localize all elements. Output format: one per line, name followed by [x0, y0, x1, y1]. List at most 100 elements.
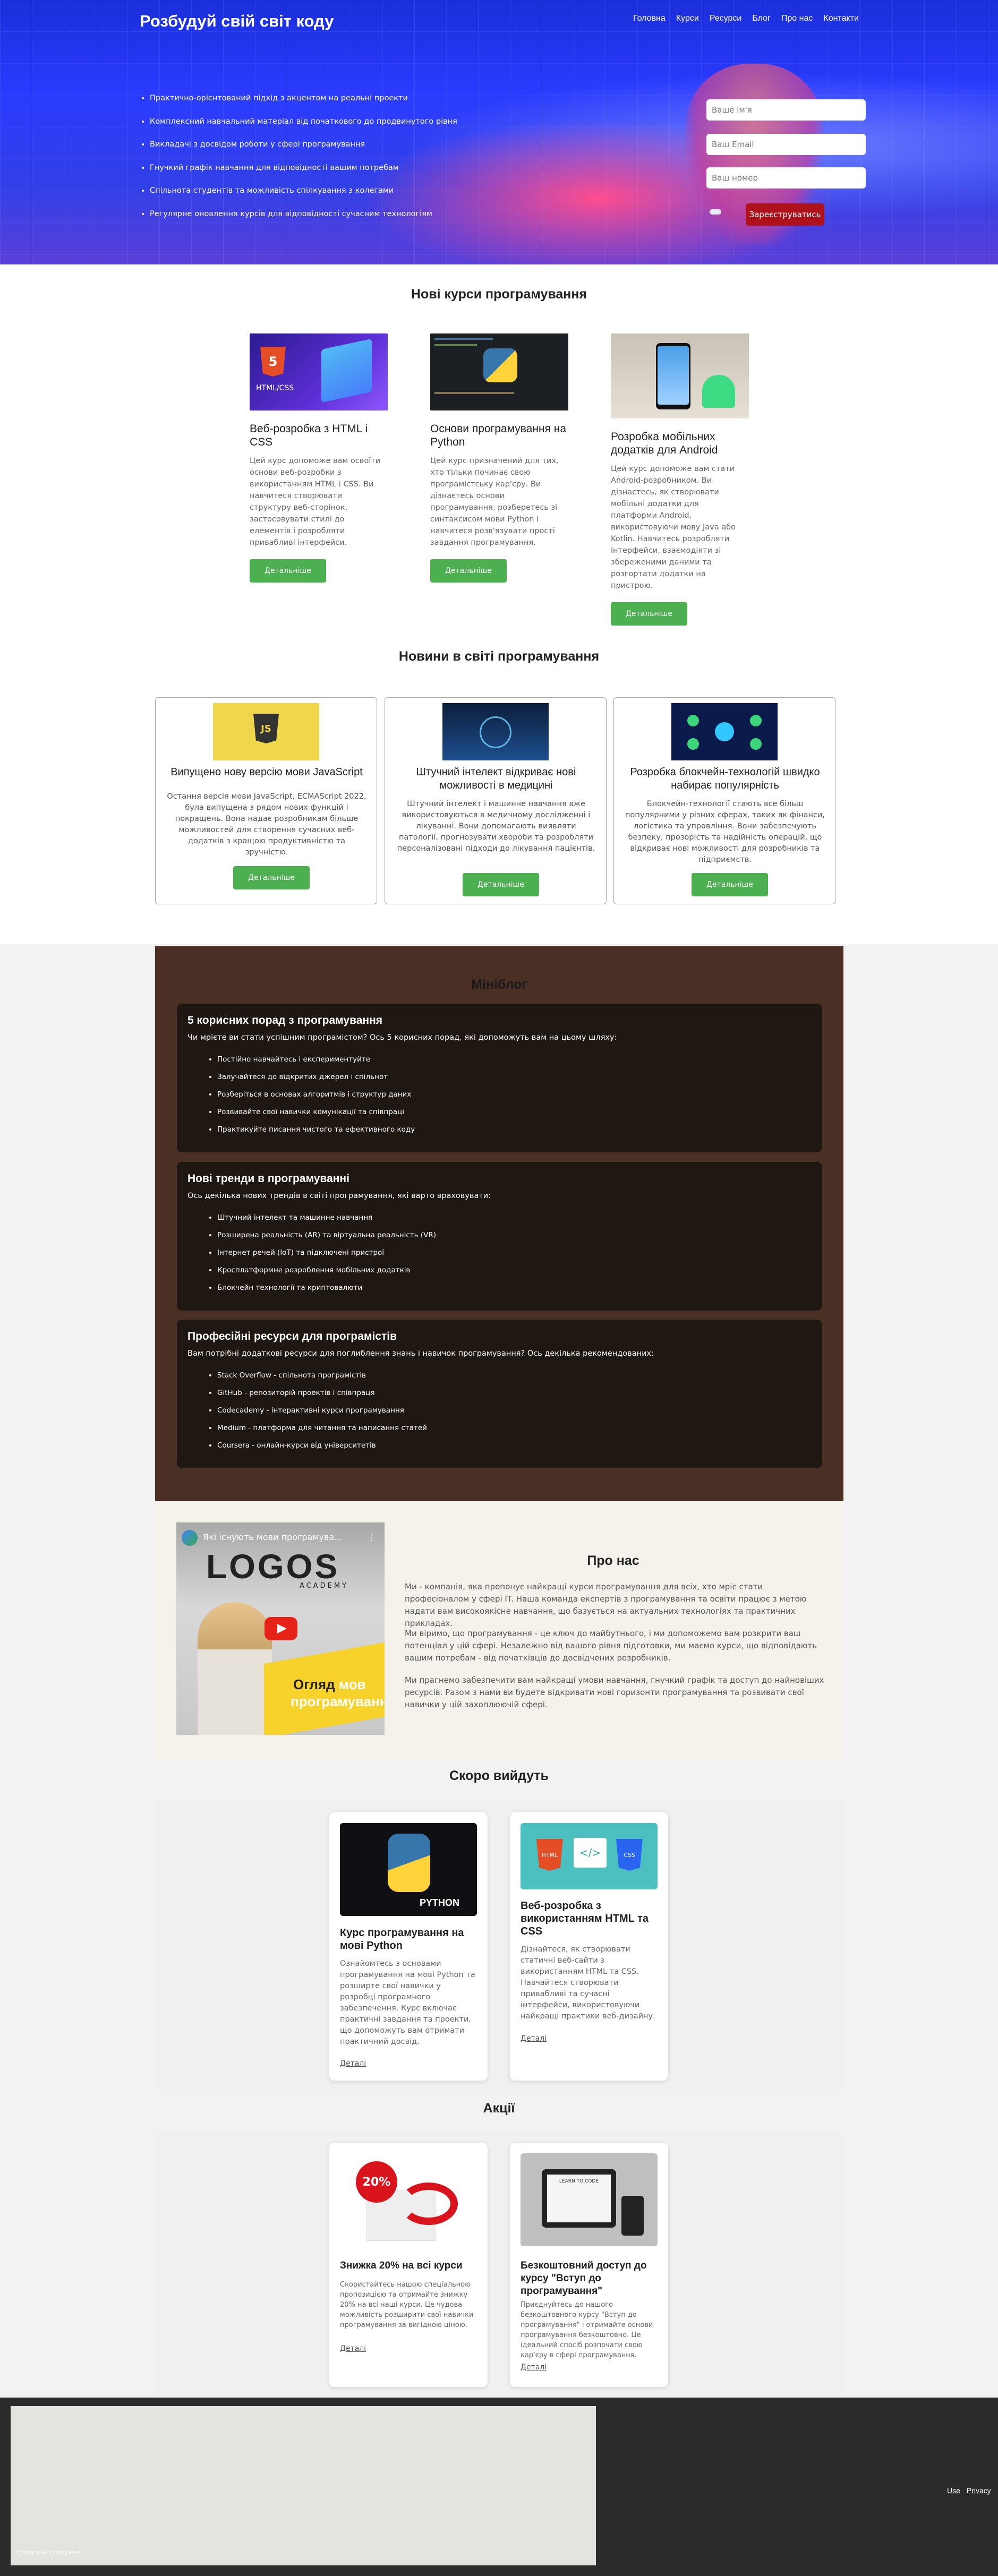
promo-text: Скористайтесь нашою спеціальною пропозиц… [340, 2281, 474, 2329]
email-input[interactable] [706, 134, 866, 155]
video-title[interactable]: Які існують мови програмува... [203, 1532, 368, 1542]
upcoming-details-link[interactable]: Деталі [521, 2034, 547, 2043]
promo-image-discount: 20% [340, 2153, 477, 2246]
html5-icon: 5 [260, 347, 286, 376]
form-indicator [710, 209, 721, 215]
hero-benefit-item: Комплексний навчальний матеріал від поча… [150, 117, 457, 126]
banner-text-line1: Огляд мов [293, 1676, 366, 1693]
footer-links: Use Privacy [947, 2486, 991, 2495]
python-wordmark: PYTHON [420, 1897, 460, 1908]
course-image-python [430, 333, 568, 410]
academy-label: ACADEMY [300, 1582, 349, 1590]
video-embed[interactable]: Які існують мови програмува... ⋮ LOGOS A… [176, 1522, 385, 1735]
news-card: Розробка блокчейн-технологій швидко наби… [613, 697, 835, 904]
blog-list-item: GitHub - репозиторій проектів і співпрац… [217, 1389, 427, 1397]
node-icon [750, 738, 762, 750]
promo-text: Приєднуйтесь до нашого безкоштовного кур… [521, 2301, 653, 2359]
promotions-section [155, 2132, 843, 2398]
footer [0, 2398, 998, 2576]
blockchain-icon [715, 722, 734, 741]
nav-link-blog[interactable]: Блог [752, 14, 771, 23]
site-brand[interactable]: Розбудуй свій світ коду [140, 12, 334, 31]
js-badge-icon: JS [253, 714, 279, 743]
code-line [434, 344, 477, 346]
code-line [434, 338, 493, 340]
blog-post-list: Постійно навчайтесь і експериментуйте За… [208, 1056, 415, 1143]
nav-link-about[interactable]: Про нас [781, 14, 813, 23]
blog-list-item: Codecademy - інтерактивні курси програму… [217, 1407, 427, 1415]
course-details-button[interactable]: Детальніше [430, 559, 507, 583]
news-details-button[interactable]: Детальніше [463, 873, 539, 896]
presenter-figure [198, 1602, 272, 1735]
new-courses-title: Нові курси програмування [411, 287, 587, 302]
coming-soon-section [155, 1801, 843, 2091]
register-button[interactable]: Зареєструватись [746, 203, 824, 226]
blog-list-item: Розширена реальність (AR) та віртуальна … [217, 1231, 436, 1239]
blog-list-item: Залучайтеся до відкритих джерел і спільн… [217, 1073, 415, 1081]
blog-list-item: Постійно навчайтесь і експериментуйте [217, 1056, 415, 1064]
map-attribution: Сполучені Сполучені [16, 2549, 80, 2556]
blog-list-item: Medium - платформа для читання та написа… [217, 1424, 427, 1432]
news-details-button[interactable]: Детальніше [692, 873, 768, 896]
about-title: Про нас [587, 1553, 639, 1568]
course-title: Веб-розробка з HTML і CSS [250, 423, 368, 448]
course-image-label: HTML/CSS [256, 384, 294, 392]
map-embed[interactable] [11, 2406, 596, 2565]
blog-list-item: Coursera - онлайн-курси від університеті… [217, 1442, 427, 1450]
miniblog-title: Мініблог [471, 977, 527, 992]
blog-post-list: Stack Overflow - спільнота програмістів … [208, 1372, 427, 1459]
nav-link-contacts[interactable]: Контакти [823, 14, 859, 23]
phone-icon [621, 2196, 644, 2236]
hero-benefit-item: Спільнота студентів та можливість спілку… [150, 186, 457, 195]
course-card: Розробка мобільних додатків для Android … [611, 333, 754, 626]
upcoming-course-text: Ознайомтесь з основами програмування на … [340, 1959, 475, 2046]
upcoming-image-python: PYTHON [340, 1823, 477, 1916]
nav-link-home[interactable]: Головна [633, 14, 666, 23]
footer-link-use[interactable]: Use [947, 2486, 960, 2495]
promo-title: Знижка 20% на всі курси [340, 2260, 463, 2271]
upcoming-image-html-css: HTML </> CSS [521, 1823, 658, 1889]
course-description: Цей курс допоможе вам стати Android-розр… [611, 465, 736, 590]
more-options-icon[interactable]: ⋮ [368, 1532, 376, 1542]
course-title: Основи програмування на Python [430, 423, 567, 448]
promo-image-learn-to-code: LEARN TO CODE [521, 2153, 658, 2246]
promotions-title: Акції [483, 2101, 515, 2116]
blog-post-intro: Вам потрібні додаткові ресурси для погли… [187, 1349, 654, 1358]
news-image-ai-medicine [442, 703, 549, 760]
play-icon [277, 1624, 287, 1633]
blog-list-item: Розвивайте свої навички комунікації та с… [217, 1108, 415, 1116]
about-section: Які існують мови програмува... ⋮ LOGOS A… [155, 1501, 843, 1759]
phone-input[interactable] [706, 167, 866, 189]
play-button[interactable] [265, 1617, 297, 1640]
node-icon [687, 715, 699, 726]
nav-link-resources[interactable]: Ресурси [710, 14, 742, 23]
upcoming-course-card: HTML </> CSS Веб-розробка з використання… [510, 1812, 668, 2081]
ribbon-icon [399, 2183, 458, 2225]
blog-list-item: Кросплатформне розроблення мобільних дод… [217, 1266, 436, 1274]
node-icon [750, 715, 762, 726]
android-robot-icon [702, 375, 735, 408]
python-logo-icon [483, 348, 517, 382]
about-paragraph: Ми - компанія, яка пропонує найкращі кур… [405, 1582, 807, 1628]
hero-benefit-item: Гнучкий графік навчання для відповідност… [150, 163, 457, 173]
ai-brain-icon [480, 716, 511, 748]
promo-details-link[interactable]: Деталі [521, 2363, 547, 2372]
course-details-button[interactable]: Детальніше [611, 602, 687, 626]
news-details-button[interactable]: Детальніше [233, 866, 310, 889]
name-input[interactable] [706, 99, 866, 121]
course-details-button[interactable]: Детальніше [250, 559, 326, 583]
footer-link-privacy[interactable]: Privacy [967, 2486, 991, 2495]
blog-post-intro: Ось декілька нових трендів в світі прогр… [187, 1192, 491, 1200]
promo-details-link[interactable]: Деталі [340, 2344, 366, 2353]
about-paragraph: Ми прагнемо забезпечити вам найкращі умо… [405, 1675, 824, 1709]
python-logo-icon [388, 1834, 430, 1892]
news-headline: Штучний інтелект відкриває нові можливос… [416, 766, 576, 791]
news-card: JS Випущено нову версію мови JavaScript … [155, 697, 377, 904]
blog-post-title: 5 корисних порад з програмування [187, 1014, 383, 1026]
hero-benefit-item: Регулярне оновлення курсів для відповідн… [150, 209, 457, 219]
upcoming-details-link[interactable]: Деталі [340, 2059, 366, 2068]
nav-link-courses[interactable]: Курси [676, 14, 699, 23]
course-title: Розробка мобільних додатків для Android [611, 431, 718, 456]
blog-list-item: Stack Overflow - спільнота програмістів [217, 1372, 427, 1380]
news-image-javascript: JS [213, 703, 319, 760]
